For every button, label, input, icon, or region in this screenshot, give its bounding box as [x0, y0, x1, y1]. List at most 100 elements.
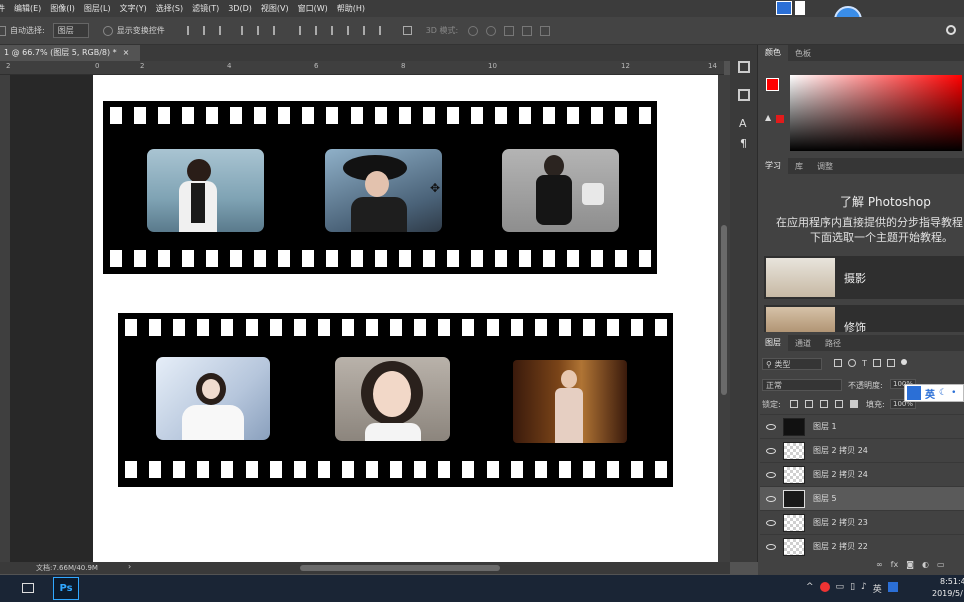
- taskbar-time[interactable]: 8:51:4: [940, 577, 964, 586]
- visibility-eye-icon[interactable]: [766, 495, 776, 502]
- film-hole: [206, 107, 219, 124]
- properties-icon[interactable]: [738, 89, 750, 101]
- blend-mode-value: 正常: [766, 381, 782, 390]
- film-hole: [446, 107, 459, 124]
- film-hole: [374, 107, 387, 124]
- taskbar-date[interactable]: 2019/5/: [932, 589, 963, 598]
- film-strip-2[interactable]: [118, 313, 673, 487]
- menu-3d[interactable]: 3D(D): [228, 4, 252, 13]
- tab-paths[interactable]: 路径: [818, 338, 848, 349]
- visibility-eye-icon[interactable]: [766, 543, 776, 550]
- 3d-mode-icons[interactable]: [468, 25, 551, 36]
- photo-2[interactable]: [325, 149, 442, 232]
- tab-layers[interactable]: 图层: [758, 335, 788, 351]
- layer-row-selected[interactable]: 图层 5: [760, 486, 964, 510]
- layer-row[interactable]: 图层 2 拷贝 22: [760, 534, 964, 558]
- menu-layer[interactable]: 图层(L): [84, 3, 111, 14]
- search-icon[interactable]: [946, 25, 956, 35]
- film-hole: [582, 461, 595, 478]
- photo-5[interactable]: [335, 357, 450, 441]
- lock-icons[interactable]: [790, 400, 858, 408]
- photo-4[interactable]: [156, 357, 270, 440]
- layer-name: 图层 2 拷贝 24: [813, 470, 868, 479]
- layer-row[interactable]: 图层 2 拷贝 24: [760, 438, 964, 462]
- vertical-scroll-thumb[interactable]: [721, 225, 727, 395]
- ime-moon-icon[interactable]: ☾: [939, 388, 947, 398]
- menu-window[interactable]: 窗口(W): [298, 3, 328, 14]
- film-hole: [293, 461, 306, 478]
- history-icon[interactable]: [738, 61, 750, 73]
- film-hole: [278, 250, 291, 267]
- close-tab-icon[interactable]: ×: [123, 48, 130, 57]
- layer-filter-dropdown[interactable]: ⚲ 类型: [762, 358, 822, 370]
- learn-item-photography[interactable]: 摄影: [764, 256, 964, 299]
- menu-type[interactable]: 文字(Y): [120, 3, 147, 14]
- visibility-eye-icon[interactable]: [766, 519, 776, 526]
- show-transform-label: 显示变换控件: [116, 26, 165, 35]
- menu-partial[interactable]: 件: [0, 3, 5, 14]
- ime-lang[interactable]: 英: [925, 386, 935, 401]
- film-hole: [470, 107, 483, 124]
- photo-6[interactable]: [513, 360, 627, 443]
- auto-select-dropdown[interactable]: 图层: [52, 23, 89, 38]
- layers-footer-icons[interactable]: ∞ fx ◙ ◐ ▭: [876, 560, 945, 569]
- menu-filter[interactable]: 滤镜(T): [192, 3, 219, 14]
- menu-help[interactable]: 帮助(H): [337, 3, 365, 14]
- tray-lang[interactable]: 英: [873, 582, 882, 595]
- align-icons[interactable]: [186, 26, 412, 35]
- horizontal-scroll-thumb[interactable]: [300, 565, 500, 571]
- status-arrow-icon[interactable]: ›: [128, 562, 131, 571]
- layer-row[interactable]: 图层 2 拷贝 24: [760, 462, 964, 486]
- foreground-color-swatch[interactable]: [766, 78, 779, 91]
- tab-library[interactable]: 库: [788, 161, 810, 172]
- doc-tab[interactable]: 1 @ 66.7% (图层 5, RGB/8) * ×: [0, 45, 140, 61]
- tray-chat-icon: [819, 582, 830, 592]
- color-spectrum[interactable]: [790, 75, 962, 151]
- gamut-color-chip[interactable]: [776, 115, 784, 123]
- film-hole: [486, 461, 499, 478]
- tab-swatches[interactable]: 色板: [788, 48, 818, 59]
- auto-select-checkbox[interactable]: [0, 25, 6, 36]
- ime-toolbar[interactable]: 英 ☾ •: [904, 384, 964, 402]
- learn-item-label: 摄影: [844, 272, 866, 285]
- show-transform-checkbox[interactable]: [102, 25, 113, 36]
- visibility-eye-icon[interactable]: [766, 423, 776, 430]
- menu-bar: 件 编辑(E) 图像(I) 图层(L) 文字(Y) 选择(S) 滤镜(T) 3D…: [0, 0, 964, 17]
- link-layers-icon: ∞: [876, 560, 883, 569]
- film-hole: [374, 250, 387, 267]
- doc-size-status[interactable]: 文档:7.66M/40.9M: [36, 563, 98, 573]
- menu-image[interactable]: 图像(I): [50, 3, 75, 14]
- film-hole: [510, 461, 523, 478]
- film-hole: [494, 250, 507, 267]
- blend-mode-dropdown[interactable]: 正常: [762, 379, 842, 391]
- menu-select[interactable]: 选择(S): [156, 3, 183, 14]
- paragraph-icon[interactable]: ¶: [740, 137, 747, 150]
- layer-row[interactable]: 图层 2 拷贝 23: [760, 510, 964, 534]
- layer-filter-icons[interactable]: T: [834, 359, 907, 368]
- film-hole: [591, 250, 603, 267]
- menu-edit[interactable]: 编辑(E): [14, 3, 41, 14]
- tab-color[interactable]: 颜色: [758, 45, 788, 61]
- layer-row[interactable]: 图层 1: [760, 414, 964, 438]
- tab-learn[interactable]: 学习: [758, 158, 788, 174]
- visibility-eye-icon[interactable]: [766, 447, 776, 454]
- photo-3[interactable]: [502, 149, 619, 232]
- ime-dots-icon[interactable]: •: [951, 388, 956, 398]
- ime-mini-arrows[interactable]: [795, 1, 805, 15]
- character-icon[interactable]: A: [739, 117, 747, 130]
- menu-view[interactable]: 视图(V): [261, 3, 289, 14]
- learn-item-retouch[interactable]: 修饰: [764, 305, 964, 332]
- ime-mini-icon[interactable]: [776, 1, 792, 15]
- film-strip-1[interactable]: [103, 101, 657, 274]
- photoshop-taskbar-icon[interactable]: Ps: [53, 577, 79, 600]
- visibility-eye-icon[interactable]: [766, 471, 776, 478]
- tab-channels[interactable]: 通道: [788, 338, 818, 349]
- folder-icon: ▭: [936, 560, 945, 569]
- document-canvas[interactable]: [93, 75, 718, 562]
- film-hole: [566, 250, 579, 267]
- task-view-icon[interactable]: [22, 583, 34, 593]
- tray-icons[interactable]: ^ ▭ ▯ ♪ 英: [806, 582, 898, 595]
- tab-adjust[interactable]: 调整: [810, 161, 840, 172]
- tray-network-icon: ▯: [850, 582, 856, 592]
- photo-1[interactable]: [147, 149, 264, 232]
